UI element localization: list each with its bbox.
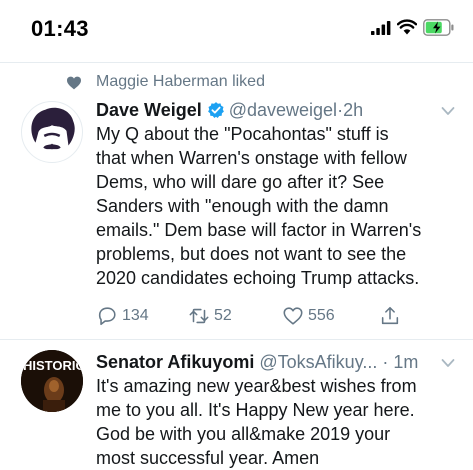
tweet-text-line: It's amazing new year&best wishes from [96, 376, 417, 396]
author-avatar[interactable] [21, 101, 83, 163]
avatar-text: HISTORIC [23, 358, 83, 373]
retweet-count: 52 [214, 307, 232, 324]
like-heart-icon [283, 307, 303, 325]
chevron-down-icon[interactable] [441, 106, 455, 116]
share-button[interactable] [379, 304, 405, 328]
status-time: 01:43 [31, 16, 89, 41]
tweet-text-line: Dems, who will dare go after it? See [96, 172, 385, 192]
avatar-illustration [31, 107, 75, 155]
tweet-text-line: that when Warren's onstage with fellow [96, 148, 407, 168]
status-bar: 01:43 [0, 0, 473, 62]
like-count: 556 [308, 307, 335, 324]
tweet-header: Dave Weigel @daveweigel·2h [96, 98, 363, 122]
tweet-text-line: Sanders with "enough with the damn [96, 196, 389, 216]
separator-dot: · [382, 352, 389, 372]
author-handle[interactable]: @ToksAfikuy... [259, 352, 377, 372]
tweet-divider [0, 339, 473, 340]
wifi-icon [397, 19, 417, 35]
reply-button[interactable]: 134 [96, 304, 149, 328]
avatar-photo: HISTORIC [21, 350, 83, 412]
retweet-button[interactable]: 52 [188, 304, 232, 328]
battery-charging-icon [423, 19, 454, 36]
heart-icon [67, 76, 81, 90]
tweet-text-line: me to you all. It's Happy New year here. [96, 400, 415, 420]
tweet-text-line: most successful year. Amen [96, 448, 320, 468]
retweet-icon [189, 308, 209, 324]
cellular-signal-icon [371, 21, 391, 35]
reply-count: 134 [122, 307, 149, 324]
tweet-header: Senator Afikuyomi @ToksAfikuy... · 1m [96, 350, 418, 374]
tweet-text-line: emails." Dem base will factor in Warren'… [96, 220, 422, 240]
like-button[interactable]: 556 [282, 304, 335, 328]
verified-badge-icon [207, 102, 224, 118]
status-divider [0, 62, 473, 63]
author-avatar[interactable]: HISTORIC [21, 350, 83, 412]
chevron-down-icon[interactable] [441, 358, 455, 368]
tweet-text-line: God be with you all&make 2019 your [96, 424, 391, 444]
author-name[interactable]: Senator Afikuyomi [96, 352, 254, 372]
tweet-text: It's amazing new year&best wishes from m… [96, 374, 466, 470]
tweet-timestamp: 2h [343, 100, 364, 120]
tweet-text-line: 2020 candidates echoing Trump attacks. [96, 268, 420, 288]
tweet-text: My Q about the "Pocahontas" stuff is tha… [96, 122, 466, 290]
tweet-actions: 134 52 556 [96, 304, 466, 328]
tweet-timestamp: 1m [393, 352, 419, 372]
author-name[interactable]: Dave Weigel [96, 100, 202, 120]
tweet-text-line: My Q about the "Pocahontas" stuff is [96, 124, 389, 144]
author-handle[interactable]: @daveweigel [229, 100, 337, 120]
share-icon [381, 306, 399, 325]
social-context-label: Maggie Haberman liked [96, 73, 265, 90]
tweet-text-line: problems, but does not want to see the [96, 244, 407, 264]
reply-icon [98, 307, 116, 326]
